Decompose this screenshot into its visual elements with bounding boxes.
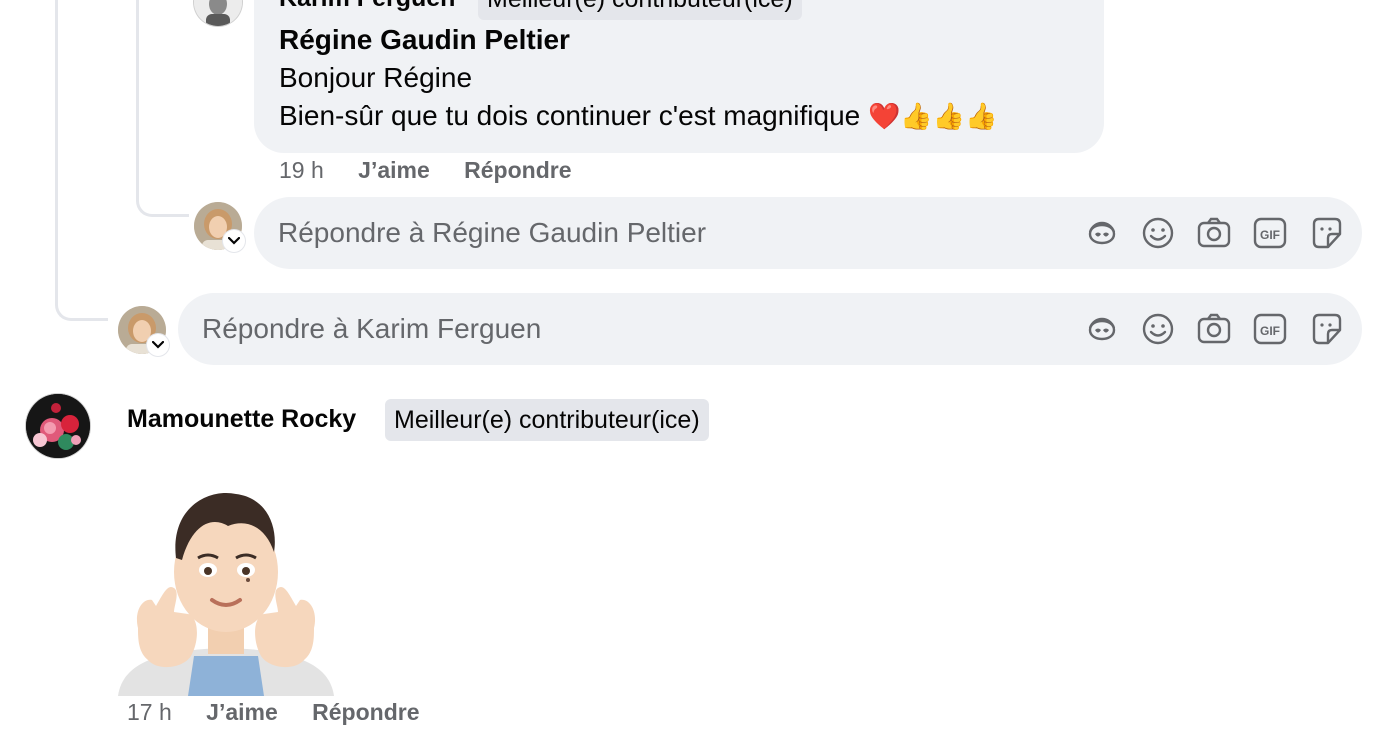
memoji-sticker[interactable] bbox=[108, 488, 344, 696]
comment-text-line-2: Bien-sûr que tu dois continuer c'est mag… bbox=[279, 100, 998, 132]
chevron-down-icon bbox=[152, 341, 164, 349]
contributor-badge: Meilleur(e) contributeur(ice) bbox=[478, 0, 802, 20]
thread-line-inner bbox=[136, 0, 189, 217]
comment-time[interactable]: 19 h bbox=[279, 157, 324, 183]
composer-icons: GIF bbox=[1084, 214, 1344, 252]
comment2-meta: 17 h J’aime Répondre bbox=[127, 699, 420, 726]
sticker-icon[interactable] bbox=[1308, 214, 1344, 252]
avatar-mamounette[interactable] bbox=[26, 394, 90, 458]
like-button[interactable]: J’aime bbox=[206, 699, 278, 725]
gif-icon[interactable]: GIF bbox=[1252, 310, 1288, 348]
camera-icon[interactable] bbox=[1196, 310, 1232, 348]
composer-icons: GIF bbox=[1084, 310, 1344, 348]
reply-comment-meta: 19 h J’aime Répondre bbox=[279, 157, 572, 184]
account-switch-chevron[interactable] bbox=[147, 334, 169, 356]
sticker-icon[interactable] bbox=[1308, 310, 1344, 348]
emoji-icon[interactable] bbox=[1140, 214, 1176, 252]
mention-link[interactable]: Régine Gaudin Peltier bbox=[279, 24, 570, 56]
floral-avatar-image bbox=[26, 394, 90, 458]
svg-text:GIF: GIF bbox=[1260, 324, 1280, 338]
reply-button[interactable]: Répondre bbox=[464, 157, 571, 183]
avatar-sticker-icon[interactable] bbox=[1084, 310, 1120, 348]
thread-line-outer bbox=[55, 0, 108, 321]
account-switch-chevron[interactable] bbox=[223, 230, 245, 252]
reply-comment-bubble: Karim Ferguen Meilleur(e) contributeur(i… bbox=[254, 0, 1104, 153]
emoji-icon[interactable] bbox=[1140, 310, 1176, 348]
reply-input[interactable]: Répondre à Karim Ferguen bbox=[202, 293, 541, 365]
chevron-down-icon bbox=[228, 237, 240, 245]
comment-text: Bien-sûr que tu dois continuer c'est mag… bbox=[279, 100, 861, 131]
reply-box-regine[interactable]: Répondre à Régine Gaudin Peltier GIF bbox=[254, 197, 1362, 269]
camera-icon[interactable] bbox=[1196, 214, 1232, 252]
reply-box-karim[interactable]: Répondre à Karim Ferguen GIF bbox=[178, 293, 1362, 365]
like-button[interactable]: J’aime bbox=[358, 157, 430, 183]
avatar-sticker-icon[interactable] bbox=[1084, 214, 1120, 252]
avatar-karim[interactable] bbox=[194, 0, 242, 26]
svg-text:GIF: GIF bbox=[1260, 228, 1280, 242]
reply-button[interactable]: Répondre bbox=[312, 699, 419, 725]
comment-author[interactable]: Karim Ferguen bbox=[279, 0, 455, 13]
comment-time[interactable]: 17 h bbox=[127, 699, 172, 725]
contributor-badge: Meilleur(e) contributeur(ice) bbox=[385, 399, 709, 441]
comment-emojis: ❤️👍👍👍 bbox=[868, 101, 998, 131]
reply-input[interactable]: Répondre à Régine Gaudin Peltier bbox=[278, 197, 706, 269]
comment-text-line-1: Bonjour Régine bbox=[279, 62, 473, 93]
karim-photo bbox=[194, 0, 242, 26]
gif-icon[interactable]: GIF bbox=[1252, 214, 1288, 252]
comment-author[interactable]: Mamounette Rocky bbox=[127, 405, 356, 434]
memoji-thumbs-up-image bbox=[118, 492, 334, 696]
